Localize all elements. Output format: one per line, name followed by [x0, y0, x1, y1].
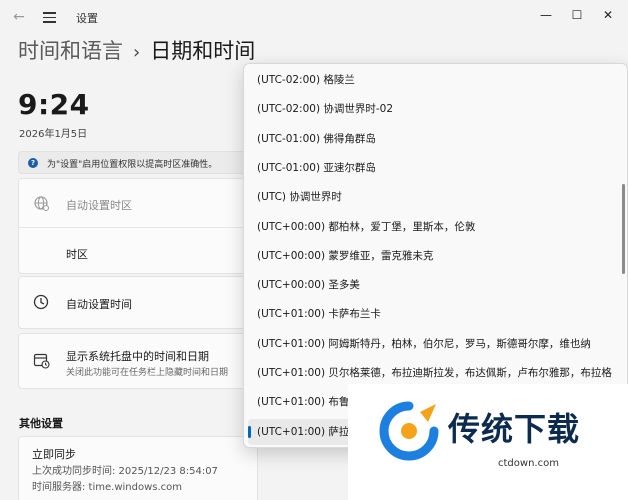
info-icon: ?: [28, 158, 38, 168]
hamburger-menu-icon[interactable]: [40, 6, 60, 28]
auto-timezone-label: 自动设置时区: [66, 199, 132, 212]
page-title: 日期和时间: [150, 39, 256, 63]
info-text[interactable]: 为"设置"启用位置权限以提高时区准确性。: [47, 157, 217, 170]
timezone-option[interactable]: (UTC+00:00) 蒙罗维亚，雷克雅未克: [248, 243, 624, 269]
auto-time-label: 自动设置时间: [66, 298, 132, 311]
calendar-clock-icon: [33, 353, 50, 369]
timezone-settings-card: 自动设置时区 时区: [18, 178, 258, 274]
maximize-button[interactable]: ☐: [563, 4, 591, 26]
timezone-option[interactable]: (UTC) 协调世界时: [248, 184, 624, 210]
divider: [19, 227, 257, 228]
timezone-option[interactable]: (UTC-02:00) 格陵兰: [248, 67, 624, 93]
other-settings-heading: 其他设置: [19, 417, 63, 430]
title-bar: ← 设置 — ☐ ✕: [0, 0, 628, 34]
tray-clock-title: 显示系统托盘中的时间和日期: [66, 350, 209, 363]
minimize-button[interactable]: —: [532, 4, 560, 26]
timezone-option[interactable]: (UTC+01:00) 卡萨布兰卡: [248, 301, 624, 327]
timezone-option[interactable]: (UTC-01:00) 亚速尔群岛: [248, 155, 624, 181]
dropdown-scrollbar[interactable]: [622, 184, 625, 274]
breadcrumb-parent-link[interactable]: 时间和语言: [18, 39, 123, 63]
current-date: 2026年1月5日: [19, 129, 88, 140]
timezone-option[interactable]: (UTC+01:00) 贝尔格莱德，布拉迪斯拉发，布达佩斯，卢布尔雅那，布拉格: [248, 360, 624, 386]
timezone-option[interactable]: (UTC+00:00) 都柏林，爱丁堡，里斯本，伦敦: [248, 214, 624, 240]
watermark-logo-icon: [379, 401, 439, 461]
clock-icon: [33, 294, 49, 310]
location-info-bar: ? 为"设置"启用位置权限以提高时区准确性。: [18, 151, 258, 174]
back-arrow-icon[interactable]: ←: [8, 6, 30, 28]
breadcrumb: 时间和语言 › 日期和时间: [18, 35, 255, 65]
auto-time-card[interactable]: 自动设置时间: [18, 276, 258, 329]
timezone-option[interactable]: (UTC-02:00) 协调世界时-02: [248, 96, 624, 122]
current-time: 9:24: [18, 88, 90, 121]
watermark-url: ctdown.com: [498, 458, 559, 469]
tray-clock-description: 关闭此功能可在任务栏上隐藏时间和日期: [66, 368, 229, 378]
window-title: 设置: [76, 12, 98, 25]
breadcrumb-separator: ›: [133, 42, 141, 63]
watermark-name: 传统下载: [448, 410, 581, 448]
watermark: 传统下载 ctdown.com: [348, 384, 628, 500]
time-server: 时间服务器: time.windows.com: [32, 482, 183, 493]
last-sync-time: 上次成功同步时间: 2025/12/23 8:54:07: [32, 466, 218, 477]
timezone-option[interactable]: (UTC+00:00) 圣多美: [248, 272, 624, 298]
timezone-option[interactable]: (UTC-01:00) 佛得角群岛: [248, 126, 624, 152]
tray-clock-card[interactable]: 显示系统托盘中的时间和日期 关闭此功能可在任务栏上隐藏时间和日期: [18, 333, 258, 389]
sync-now-label: 立即同步: [32, 448, 76, 461]
globe-location-icon: [34, 196, 49, 211]
timezone-option[interactable]: (UTC+01:00) 阿姆斯特丹，柏林，伯尔尼，罗马，斯德哥尔摩，维也纳: [248, 331, 624, 357]
timezone-label: 时区: [66, 248, 88, 261]
close-button[interactable]: ✕: [594, 4, 622, 26]
